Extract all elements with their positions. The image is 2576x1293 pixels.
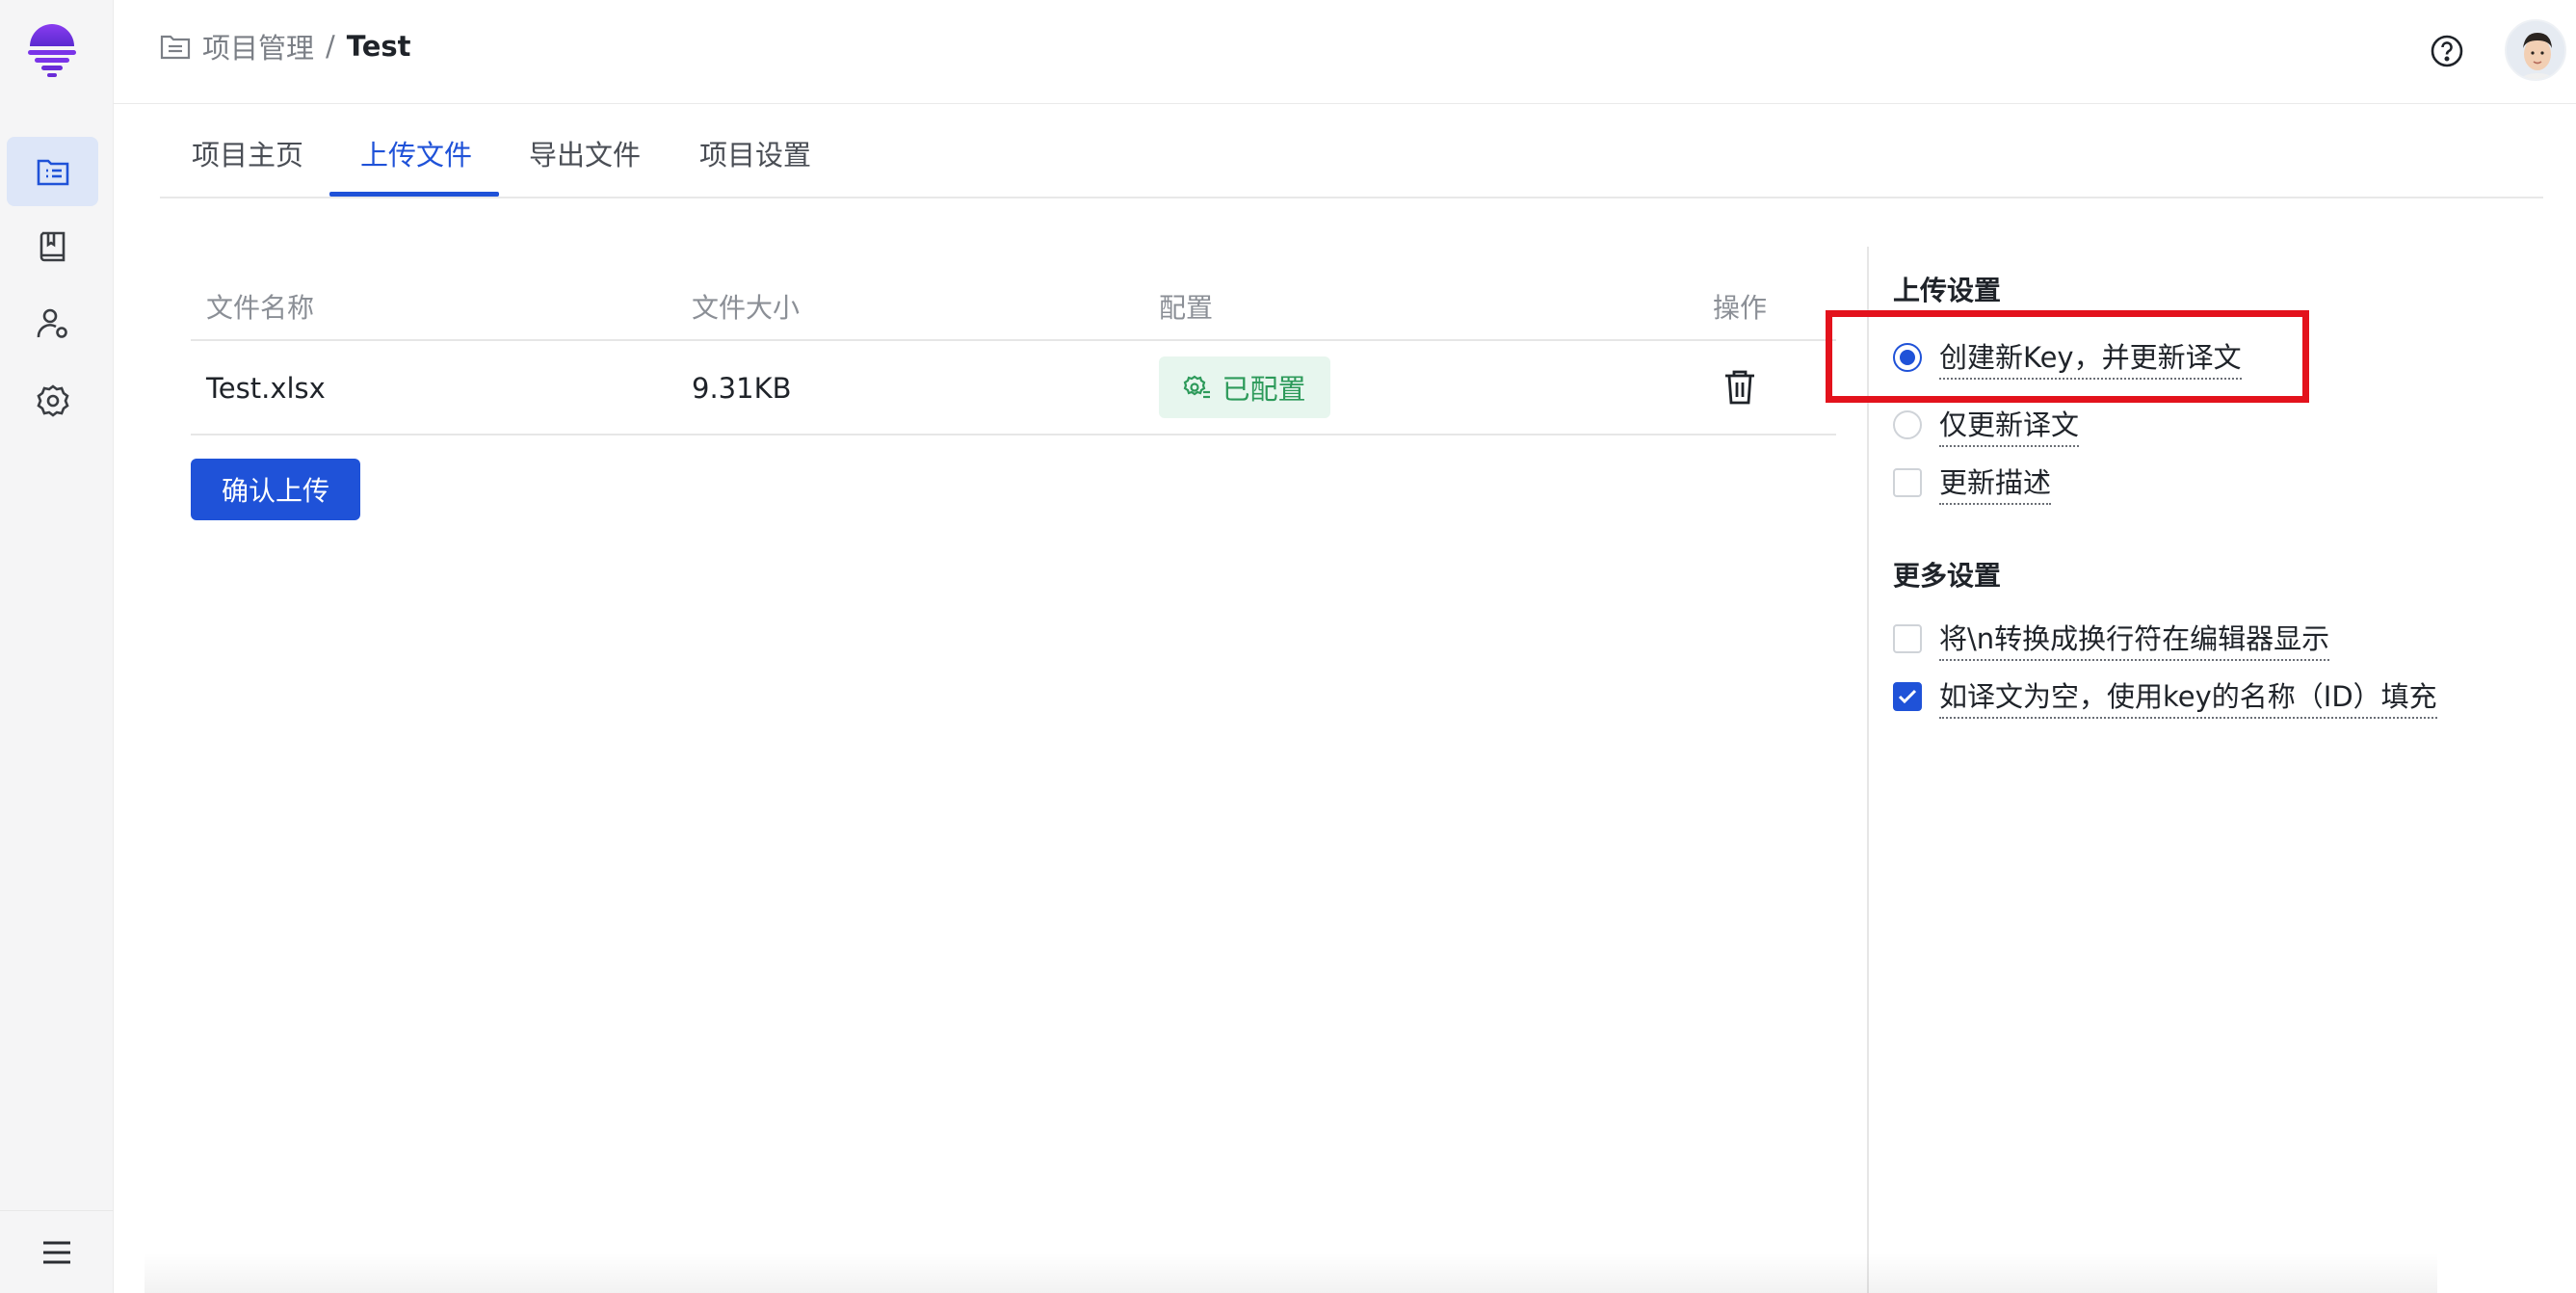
panel-divider xyxy=(1867,247,1869,1293)
column-header-name: 文件名称 xyxy=(206,292,315,324)
gear-icon xyxy=(36,384,69,417)
checkbox-update-description[interactable] xyxy=(1893,468,1922,497)
avatar[interactable] xyxy=(2505,19,2566,81)
config-status-badge[interactable]: 已配置 xyxy=(1159,356,1330,418)
sidebar-collapse[interactable] xyxy=(0,1210,114,1293)
config-gear-icon xyxy=(1184,375,1211,399)
help-icon[interactable] xyxy=(2430,34,2464,68)
book-icon xyxy=(39,231,65,262)
check-icon xyxy=(1898,689,1917,704)
user-settings-icon xyxy=(37,308,67,338)
menu-icon xyxy=(43,1241,70,1263)
folder-icon xyxy=(160,35,191,60)
option-update-description-label: 更新描述 xyxy=(1939,461,2052,505)
tab-upload-file[interactable]: 上传文件 xyxy=(360,133,472,191)
option-update-translation-label: 仅更新译文 xyxy=(1939,403,2080,447)
checkbox-fill-empty[interactable] xyxy=(1893,682,1922,711)
checkbox-newline-convert[interactable] xyxy=(1893,624,1922,653)
column-header-size: 文件大小 xyxy=(692,292,801,324)
option-create-key-label: 创建新Key，并更新译文 xyxy=(1939,335,2242,380)
option-fill-empty-label: 如译文为空，使用key的名称（ID）填充 xyxy=(1939,674,2437,719)
sidebar-item-settings[interactable] xyxy=(7,366,98,435)
config-status-label: 已配置 xyxy=(1222,373,1306,406)
confirm-upload-button[interactable]: 确认上传 xyxy=(191,459,360,520)
table-row: Test.xlsx 9.31KB 已配置 xyxy=(191,341,1836,435)
sidebar-item-members[interactable] xyxy=(7,289,98,358)
option-create-key[interactable]: 创建新Key，并更新译文 xyxy=(1893,335,2242,380)
header: 项目管理 / Test xyxy=(114,0,2576,104)
sidebar-item-docs[interactable] xyxy=(7,212,98,281)
breadcrumb-separator: / xyxy=(326,30,335,63)
tab-project-settings[interactable]: 项目设置 xyxy=(699,133,811,191)
tab-bar: 项目主页 上传文件 导出文件 项目设置 xyxy=(160,104,2543,198)
breadcrumb-parent[interactable]: 项目管理 xyxy=(202,26,314,66)
tab-project-home[interactable]: 项目主页 xyxy=(192,133,303,191)
breadcrumb-current: Test xyxy=(346,30,411,63)
trash-icon[interactable] xyxy=(1722,368,1757,407)
column-header-config: 配置 xyxy=(1159,292,1214,324)
tab-active-indicator xyxy=(329,192,499,197)
more-settings-title: 更多设置 xyxy=(1893,560,2002,592)
sidebar-item-projects[interactable] xyxy=(7,137,98,206)
radio-create-key[interactable] xyxy=(1893,343,1922,372)
option-fill-empty[interactable]: 如译文为空，使用key的名称（ID）填充 xyxy=(1893,674,2437,719)
upload-settings-title: 上传设置 xyxy=(1893,275,2002,306)
tab-export-file[interactable]: 导出文件 xyxy=(529,133,641,191)
bottom-shadow xyxy=(145,1253,2437,1293)
option-update-translation[interactable]: 仅更新译文 xyxy=(1893,403,2080,447)
option-newline-convert-label: 将\n转换成换行符在编辑器显示 xyxy=(1939,617,2330,661)
file-size: 9.31KB xyxy=(692,372,792,405)
option-update-description[interactable]: 更新描述 xyxy=(1893,461,2052,505)
project-list-icon xyxy=(37,159,68,186)
column-header-actions: 操作 xyxy=(1713,292,1768,324)
sidebar xyxy=(0,0,114,1293)
option-newline-convert[interactable]: 将\n转换成换行符在编辑器显示 xyxy=(1893,617,2330,661)
file-name: Test.xlsx xyxy=(206,372,326,405)
radio-update-translation[interactable] xyxy=(1893,410,1922,439)
table-header: 文件名称 文件大小 配置 操作 xyxy=(191,274,1836,341)
brand-logo[interactable] xyxy=(26,23,78,79)
breadcrumb: 项目管理 / Test xyxy=(160,25,411,67)
